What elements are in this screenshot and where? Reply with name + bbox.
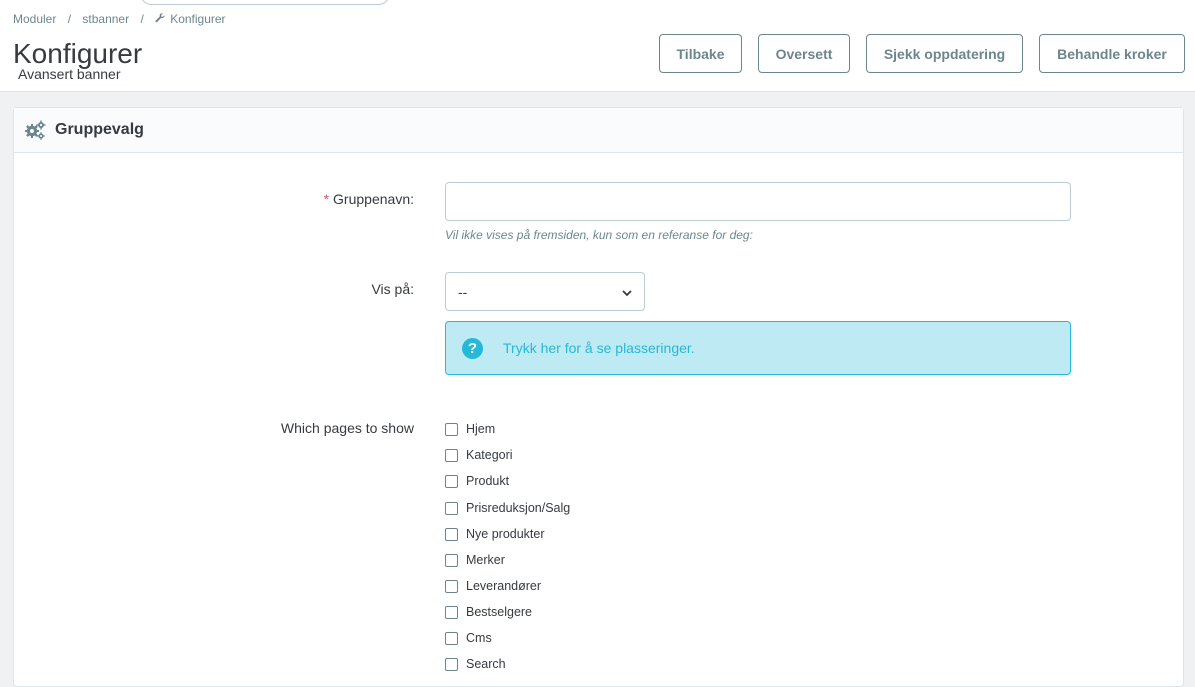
breadcrumb-item-configure: Konfigurer — [170, 12, 226, 26]
checkbox[interactable] — [445, 501, 458, 515]
group-name-label: * Gruppenavn: — [324, 191, 414, 207]
see-locations-link[interactable]: Trykk her for å se plasseringer. — [503, 340, 695, 356]
page-header: Moduler / stbanner / Konfigurer Konfigur… — [0, 0, 1195, 92]
checkbox[interactable] — [445, 448, 458, 462]
check-update-button[interactable]: Sjekk oppdatering — [866, 34, 1023, 73]
show-on-label: Vis på: — [371, 281, 414, 297]
group-name-help: Vil ikke vises på fremsiden, kun som en … — [445, 228, 753, 242]
checkbox[interactable] — [445, 579, 458, 593]
checkbox-label: Leverandører — [466, 579, 542, 593]
page-checkbox-row[interactable]: Cms — [445, 629, 492, 647]
pages-label: Which pages to show — [280, 420, 414, 436]
show-on-selected-value: -- — [458, 283, 468, 300]
page-checkbox-row[interactable]: Produkt — [445, 472, 509, 490]
gears-icon — [24, 120, 46, 140]
breadcrumb-separator: / — [67, 12, 72, 26]
checkbox-label: Produkt — [466, 474, 510, 488]
back-button[interactable]: Tilbake — [659, 34, 742, 73]
checkbox-label: Cms — [466, 631, 492, 645]
breadcrumb: Moduler / stbanner / Konfigurer — [13, 12, 226, 26]
translate-button[interactable]: Oversett — [758, 34, 850, 73]
page-checkbox-row[interactable]: Merker — [445, 551, 505, 569]
required-mark: * — [323, 191, 330, 207]
search-input[interactable] — [140, 0, 390, 5]
page-checkbox-row[interactable]: Leverandører — [445, 577, 541, 595]
checkbox-label: Nye produkter — [466, 527, 545, 541]
group-settings-panel: Gruppevalg * Gruppenavn: Vil ikke vises p… — [13, 107, 1184, 687]
breadcrumb-item-stbanner[interactable]: stbanner — [82, 12, 129, 26]
group-name-label-text: Gruppenavn: — [333, 191, 414, 207]
wrench-icon — [155, 13, 168, 26]
checkbox[interactable] — [445, 605, 458, 619]
checkbox-label: Prisreduksjon/Salg — [466, 501, 571, 515]
page-checkbox-row[interactable]: Hjem — [445, 420, 495, 438]
page-checkbox-row[interactable]: Prisreduksjon/Salg — [445, 499, 570, 517]
checkbox-label: Bestselgere — [466, 605, 533, 619]
page-checkbox-row[interactable]: Bestselgere — [445, 603, 532, 621]
checkbox-label: Search — [466, 657, 506, 671]
checkbox[interactable] — [445, 553, 458, 567]
panel-heading: Gruppevalg — [14, 108, 1183, 153]
breadcrumb-separator: / — [140, 12, 144, 26]
question-circle-icon: ? — [462, 337, 483, 359]
checkbox[interactable] — [445, 474, 458, 488]
checkbox[interactable] — [445, 527, 458, 541]
checkbox[interactable] — [445, 422, 458, 436]
checkbox-label: Kategori — [466, 448, 513, 462]
group-name-field[interactable] — [445, 182, 1071, 221]
checkbox-label: Hjem — [466, 422, 496, 436]
breadcrumb-item-modules[interactable]: Moduler — [13, 12, 56, 26]
page-subtitle: Avansert banner — [18, 66, 121, 82]
checkbox-label: Merker — [466, 553, 505, 567]
manage-hooks-button[interactable]: Behandle kroker — [1039, 34, 1185, 73]
page-checkbox-row[interactable]: Search — [445, 655, 506, 673]
checkbox[interactable] — [445, 631, 458, 645]
page-checkbox-row[interactable]: Kategori — [445, 446, 513, 464]
chevron-down-icon — [622, 284, 632, 300]
page-checkbox-row[interactable]: Nye produkter — [445, 525, 545, 543]
show-on-select[interactable]: -- — [445, 272, 645, 311]
checkbox[interactable] — [445, 657, 458, 671]
panel-title: Gruppevalg — [55, 121, 144, 138]
locations-alert: ? Trykk her for å se plasseringer. — [445, 321, 1071, 375]
